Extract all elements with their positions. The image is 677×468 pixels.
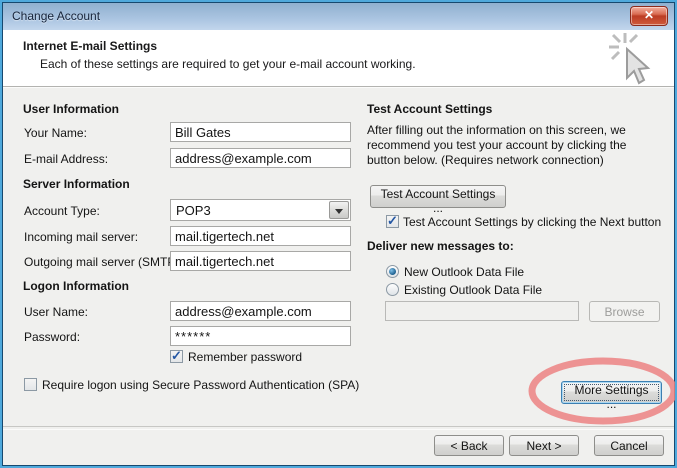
data-file-path-input[interactable] bbox=[385, 301, 579, 321]
page-subtitle: Each of these settings are required to g… bbox=[40, 57, 416, 71]
title-bar[interactable]: Change Account ✕ bbox=[3, 3, 674, 31]
wizard-header: Internet E-mail Settings Each of these s… bbox=[3, 30, 674, 87]
radio-new-data-file[interactable] bbox=[386, 265, 399, 278]
remember-password-checkbox[interactable] bbox=[170, 350, 183, 363]
footer-divider bbox=[3, 426, 674, 430]
radio-existing-data-file-label: Existing Outlook Data File bbox=[404, 283, 542, 297]
incoming-server-input[interactable] bbox=[170, 226, 351, 246]
password-label: Password: bbox=[24, 330, 80, 344]
close-icon[interactable]: ✕ bbox=[630, 6, 668, 26]
server-information-heading: Server Information bbox=[23, 177, 130, 191]
page-title: Internet E-mail Settings bbox=[23, 39, 157, 53]
more-settings-button[interactable]: More Settings ... bbox=[561, 381, 662, 404]
dropdown-button[interactable] bbox=[329, 201, 349, 219]
your-name-label: Your Name: bbox=[24, 126, 87, 140]
email-address-input[interactable] bbox=[170, 148, 351, 168]
window-title: Change Account bbox=[12, 9, 100, 23]
browse-button[interactable]: Browse bbox=[589, 301, 660, 322]
test-account-settings-button[interactable]: Test Account Settings ... bbox=[370, 185, 506, 208]
user-information-heading: User Information bbox=[23, 102, 119, 116]
cancel-button[interactable]: Cancel bbox=[594, 435, 664, 456]
chevron-down-icon bbox=[335, 209, 343, 214]
test-on-next-label: Test Account Settings by clicking the Ne… bbox=[403, 215, 661, 229]
deliver-heading: Deliver new messages to: bbox=[367, 239, 514, 253]
test-on-next-checkbox[interactable] bbox=[386, 215, 399, 228]
account-type-select[interactable]: POP3 bbox=[170, 199, 351, 221]
spa-checkbox[interactable] bbox=[24, 378, 37, 391]
cursor-click-icon bbox=[608, 32, 660, 90]
next-button[interactable]: Next > bbox=[509, 435, 579, 456]
outgoing-server-label: Outgoing mail server (SMTP): bbox=[24, 255, 183, 269]
spa-label: Require logon using Secure Password Auth… bbox=[42, 378, 359, 392]
incoming-server-label: Incoming mail server: bbox=[24, 230, 138, 244]
password-input[interactable] bbox=[170, 326, 351, 346]
test-account-description: After filling out the information on thi… bbox=[367, 123, 659, 168]
outgoing-server-input[interactable] bbox=[170, 251, 351, 271]
email-address-label: E-mail Address: bbox=[24, 152, 108, 166]
remember-password-label: Remember password bbox=[188, 350, 302, 364]
change-account-dialog: Change Account ✕ Internet E-mail Setting… bbox=[0, 0, 677, 468]
test-account-heading: Test Account Settings bbox=[367, 102, 492, 116]
logon-information-heading: Logon Information bbox=[23, 279, 129, 293]
user-name-input[interactable] bbox=[170, 301, 351, 321]
account-type-value: POP3 bbox=[176, 203, 211, 218]
user-name-label: User Name: bbox=[24, 305, 88, 319]
account-type-label: Account Type: bbox=[24, 204, 100, 218]
your-name-input[interactable] bbox=[170, 122, 351, 142]
radio-existing-data-file[interactable] bbox=[386, 283, 399, 296]
back-button[interactable]: < Back bbox=[434, 435, 504, 456]
radio-new-data-file-label: New Outlook Data File bbox=[404, 265, 524, 279]
